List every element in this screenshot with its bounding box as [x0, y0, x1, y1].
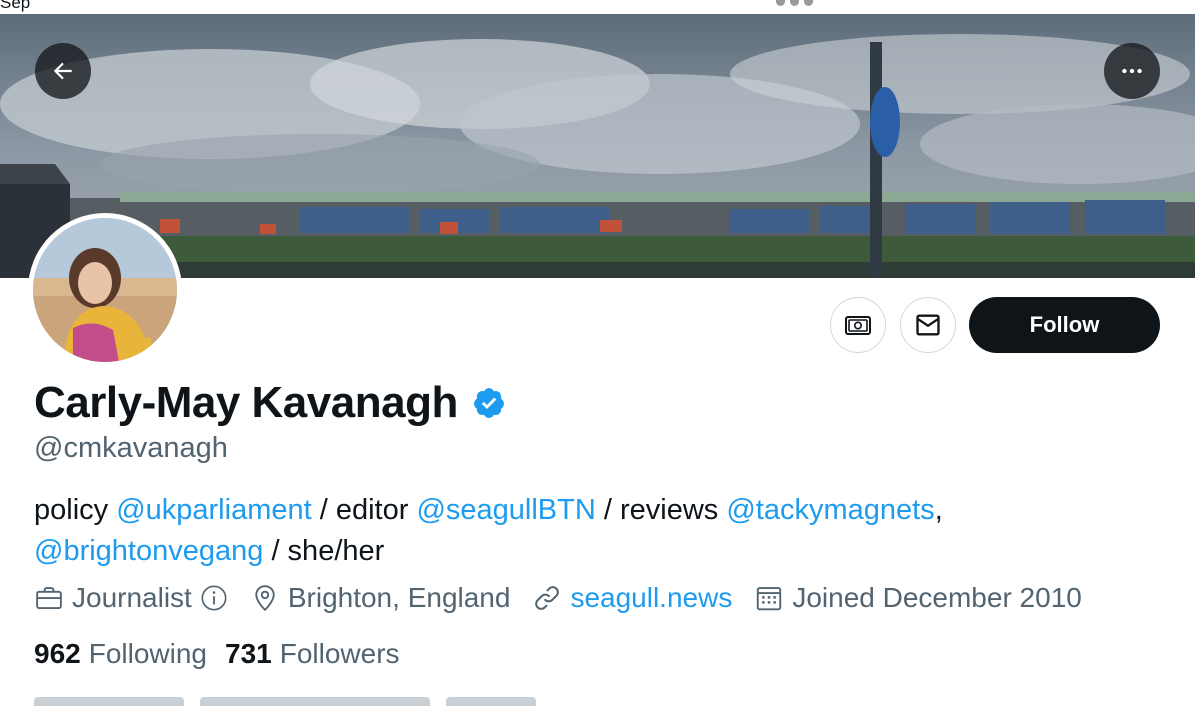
bio: policy @ukparliament / editor @seagullBT… [34, 490, 1154, 572]
name-row: Carly-May Kavanagh [34, 378, 506, 428]
website-link[interactable]: seagull.news [570, 582, 732, 614]
profile-meta: Journalist Brighton, England seagull.new… [34, 582, 1104, 614]
tip-button[interactable] [830, 297, 886, 353]
info-icon[interactable] [200, 584, 228, 612]
handle: @cmkavanagh [34, 432, 228, 464]
category-text: Journalist [72, 582, 192, 613]
follow-stats: 962 Following 731 Followers [34, 638, 418, 670]
mention-link[interactable]: @ukparliament [116, 494, 311, 526]
category-item: Journalist [34, 582, 228, 614]
arrow-left-icon [53, 62, 72, 80]
joined-text: Joined December 2010 [792, 582, 1082, 613]
website-item[interactable]: seagull.news [532, 582, 732, 614]
tip-jar-icon [845, 316, 871, 335]
calendar-icon [757, 587, 782, 611]
display-name: Carly-May Kavanagh [34, 378, 458, 427]
avatar[interactable] [28, 213, 182, 367]
followed-by-row-cutoff [34, 697, 536, 706]
follow-button[interactable]: Follow [969, 297, 1160, 353]
more-horizontal-icon [1122, 68, 1142, 74]
profile-banner[interactable] [0, 14, 1195, 278]
verified-badge-icon[interactable] [472, 386, 506, 420]
multitasking-dots[interactable] [776, 0, 813, 6]
mention-link[interactable]: @seagullBTN [416, 494, 595, 526]
envelope-icon [916, 314, 940, 336]
location-text: Brighton, England [287, 582, 511, 613]
bio-text: / she/her [263, 535, 385, 567]
avatar-photo [33, 218, 177, 362]
followers-label: Followers [279, 638, 400, 669]
back-button[interactable] [35, 43, 91, 99]
bio-text: , [934, 494, 943, 526]
status-bar: Sep [0, 0, 1200, 14]
map-pin-icon [255, 585, 275, 612]
bio-text: policy [34, 494, 117, 526]
following-stat[interactable]: 962 Following [34, 638, 207, 670]
briefcase-icon [36, 587, 62, 609]
status-bar-text: Sep [0, 0, 31, 12]
mention-link[interactable]: @brightonvegang [34, 535, 263, 567]
following-count: 962 [34, 638, 81, 669]
bio-text: / editor [311, 494, 417, 526]
mention-link[interactable]: @tackymagnets [726, 494, 934, 526]
link-icon [535, 586, 560, 610]
message-button[interactable] [900, 297, 956, 353]
more-button[interactable] [1104, 43, 1160, 99]
banner-photo [0, 14, 1195, 278]
following-label: Following [88, 638, 207, 669]
followers-count: 731 [225, 638, 272, 669]
bio-text: / reviews [595, 494, 727, 526]
joined-item: Joined December 2010 [754, 582, 1082, 614]
followers-stat[interactable]: 731 Followers [225, 638, 400, 670]
location-item: Brighton, England [250, 582, 511, 614]
